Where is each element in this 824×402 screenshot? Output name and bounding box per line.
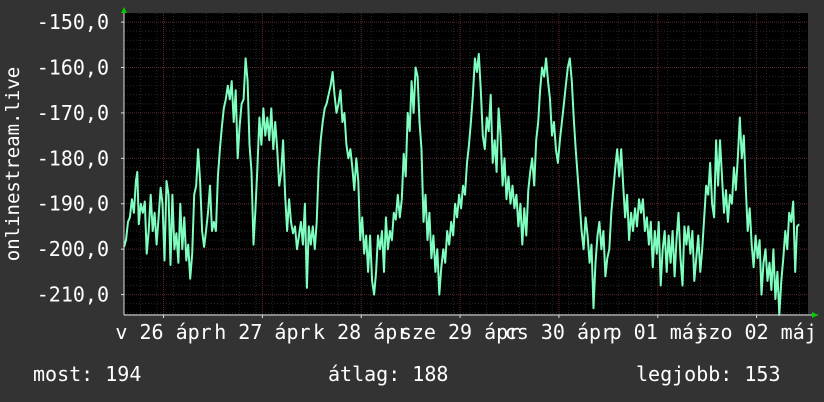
x-tick-label: v 26 ápr (115, 320, 211, 344)
chart: -150,0 -160,0 -170,0 -180,0 -190,0 -200,0 -210… (2, 7, 818, 344)
x-tick-label: k 28 ápr (313, 320, 409, 344)
y-axis-label: onlinestream.live (2, 67, 24, 261)
stat-current: most: 194 (33, 362, 142, 386)
x-tick-label: cs 30 ápr (505, 320, 613, 344)
y-tick-label: -200,0 (37, 237, 109, 261)
y-tick-label: -150,0 (37, 10, 109, 34)
y-tick-label: -160,0 (37, 55, 109, 79)
x-tick-label: p 01 máj (610, 320, 706, 344)
stat-average: átlag: 188 (328, 362, 449, 386)
x-axis-ticks: v 26 ápr h 27 ápr k 28 áprsze 29 áprcs 30 … (115, 315, 817, 344)
y-axis-arrow (121, 7, 127, 13)
x-tick-label: h 27 ápr (214, 320, 310, 344)
x-axis-arrow (812, 312, 818, 318)
x-tick-label: sze 29 ápr (400, 320, 520, 344)
stat-best: legjobb: 153 (636, 362, 781, 386)
y-tick-label: -190,0 (37, 192, 109, 216)
y-tick-label: -170,0 (37, 101, 109, 125)
y-axis-ticks: -150,0 -160,0 -170,0 -180,0 -190,0 -200,0 -210… (37, 10, 124, 307)
x-tick-label: szo 02 máj (696, 320, 816, 344)
y-tick-label: -210,0 (37, 283, 109, 307)
y-tick-label: -180,0 (37, 146, 109, 170)
